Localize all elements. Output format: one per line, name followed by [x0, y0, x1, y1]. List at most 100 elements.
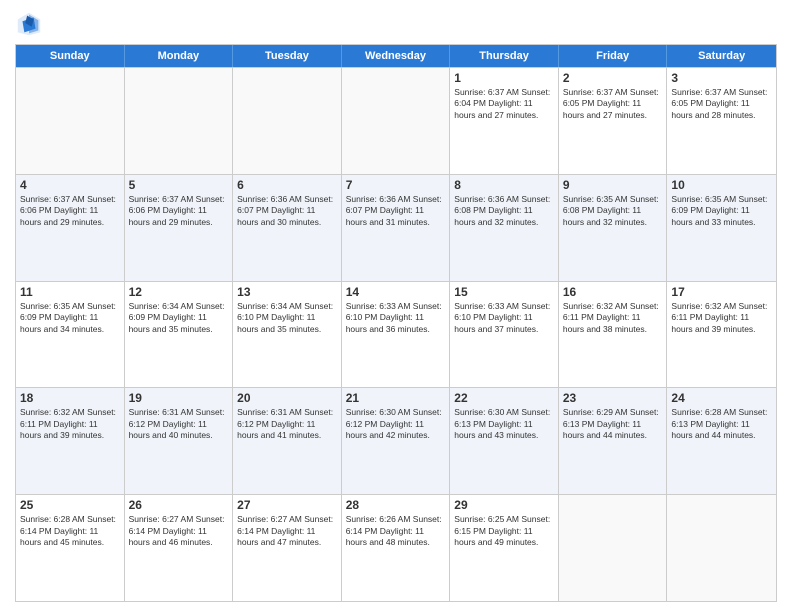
- day-number: 13: [237, 285, 337, 299]
- header-cell-wednesday: Wednesday: [342, 45, 451, 67]
- day-cell-16: 16 Sunrise: 6:32 AM Sunset: 6:11 PM Dayli…: [559, 282, 668, 388]
- day-info: Sunrise: 6:35 AM Sunset: 6:09 PM Dayligh…: [671, 194, 772, 228]
- day-cell-26: 26 Sunrise: 6:27 AM Sunset: 6:14 PM Dayli…: [125, 495, 234, 601]
- day-cell-empty: [125, 68, 234, 174]
- day-cell-24: 24 Sunrise: 6:28 AM Sunset: 6:13 PM Dayli…: [667, 388, 776, 494]
- header-cell-monday: Monday: [125, 45, 234, 67]
- day-cell-2: 2 Sunrise: 6:37 AM Sunset: 6:05 PM Daylig…: [559, 68, 668, 174]
- header-cell-friday: Friday: [559, 45, 668, 67]
- day-cell-9: 9 Sunrise: 6:35 AM Sunset: 6:08 PM Daylig…: [559, 175, 668, 281]
- day-number: 20: [237, 391, 337, 405]
- day-number: 11: [20, 285, 120, 299]
- calendar-body: 1 Sunrise: 6:37 AM Sunset: 6:04 PM Daylig…: [16, 67, 776, 601]
- day-info: Sunrise: 6:37 AM Sunset: 6:05 PM Dayligh…: [671, 87, 772, 121]
- day-info: Sunrise: 6:36 AM Sunset: 6:07 PM Dayligh…: [346, 194, 446, 228]
- day-info: Sunrise: 6:27 AM Sunset: 6:14 PM Dayligh…: [129, 514, 229, 548]
- day-info: Sunrise: 6:31 AM Sunset: 6:12 PM Dayligh…: [237, 407, 337, 441]
- day-number: 14: [346, 285, 446, 299]
- day-cell-4: 4 Sunrise: 6:37 AM Sunset: 6:06 PM Daylig…: [16, 175, 125, 281]
- day-cell-19: 19Sunrise: 6:31 AM Sunset: 6:12 PM Dayli…: [125, 388, 234, 494]
- day-number: 4: [20, 178, 120, 192]
- day-cell-18: 18Sunrise: 6:32 AM Sunset: 6:11 PM Dayli…: [16, 388, 125, 494]
- day-info: Sunrise: 6:32 AM Sunset: 6:11 PM Dayligh…: [563, 301, 663, 335]
- day-cell-11: 11 Sunrise: 6:35 AM Sunset: 6:09 PM Dayli…: [16, 282, 125, 388]
- day-info: Sunrise: 6:35 AM Sunset: 6:09 PM Dayligh…: [20, 301, 120, 335]
- day-number: 5: [129, 178, 229, 192]
- day-info: Sunrise: 6:34 AM Sunset: 6:09 PM Dayligh…: [129, 301, 229, 335]
- day-cell-22: 22 Sunrise: 6:30 AM Sunset: 6:13 PM Dayli…: [450, 388, 559, 494]
- day-number: 9: [563, 178, 663, 192]
- day-number: 16: [563, 285, 663, 299]
- header-cell-thursday: Thursday: [450, 45, 559, 67]
- day-number: 15: [454, 285, 554, 299]
- calendar-week-3: 11 Sunrise: 6:35 AM Sunset: 6:09 PM Dayli…: [16, 281, 776, 388]
- day-cell-empty: [342, 68, 451, 174]
- header-cell-saturday: Saturday: [667, 45, 776, 67]
- day-info: Sunrise: 6:37 AM Sunset: 6:04 PM Dayligh…: [454, 87, 554, 121]
- day-info: Sunrise: 6:35 AM Sunset: 6:08 PM Dayligh…: [563, 194, 663, 228]
- day-cell-27: 27 Sunrise: 6:27 AM Sunset: 6:14 PM Dayli…: [233, 495, 342, 601]
- day-cell-5: 5 Sunrise: 6:37 AM Sunset: 6:06 PM Daylig…: [125, 175, 234, 281]
- day-number: 1: [454, 71, 554, 85]
- day-cell-15: 15 Sunrise: 6:33 AM Sunset: 6:10 PM Dayli…: [450, 282, 559, 388]
- calendar-week-2: 4 Sunrise: 6:37 AM Sunset: 6:06 PM Daylig…: [16, 174, 776, 281]
- day-cell-7: 7Sunrise: 6:36 AM Sunset: 6:07 PM Daylig…: [342, 175, 451, 281]
- day-cell-20: 20 Sunrise: 6:31 AM Sunset: 6:12 PM Dayli…: [233, 388, 342, 494]
- header-cell-tuesday: Tuesday: [233, 45, 342, 67]
- day-cell-empty: [667, 495, 776, 601]
- day-number: 10: [671, 178, 772, 192]
- day-info: Sunrise: 6:30 AM Sunset: 6:12 PM Dayligh…: [346, 407, 446, 441]
- day-cell-8: 8 Sunrise: 6:36 AM Sunset: 6:08 PM Daylig…: [450, 175, 559, 281]
- day-info: Sunrise: 6:34 AM Sunset: 6:10 PM Dayligh…: [237, 301, 337, 335]
- day-cell-23: 23Sunrise: 6:29 AM Sunset: 6:13 PM Dayli…: [559, 388, 668, 494]
- day-number: 22: [454, 391, 554, 405]
- day-number: 2: [563, 71, 663, 85]
- logo-icon: [15, 10, 43, 38]
- day-cell-10: 10 Sunrise: 6:35 AM Sunset: 6:09 PM Dayli…: [667, 175, 776, 281]
- day-cell-1: 1 Sunrise: 6:37 AM Sunset: 6:04 PM Daylig…: [450, 68, 559, 174]
- day-number: 6: [237, 178, 337, 192]
- day-number: 23: [563, 391, 663, 405]
- day-info: Sunrise: 6:32 AM Sunset: 6:11 PM Dayligh…: [20, 407, 120, 441]
- day-info: Sunrise: 6:37 AM Sunset: 6:06 PM Dayligh…: [129, 194, 229, 228]
- day-info: Sunrise: 6:27 AM Sunset: 6:14 PM Dayligh…: [237, 514, 337, 548]
- day-info: Sunrise: 6:30 AM Sunset: 6:13 PM Dayligh…: [454, 407, 554, 441]
- day-number: 8: [454, 178, 554, 192]
- day-number: 21: [346, 391, 446, 405]
- day-number: 12: [129, 285, 229, 299]
- header-cell-sunday: Sunday: [16, 45, 125, 67]
- day-cell-14: 14 Sunrise: 6:33 AM Sunset: 6:10 PM Dayli…: [342, 282, 451, 388]
- day-number: 27: [237, 498, 337, 512]
- day-cell-empty: [559, 495, 668, 601]
- day-info: Sunrise: 6:25 AM Sunset: 6:15 PM Dayligh…: [454, 514, 554, 548]
- day-number: 28: [346, 498, 446, 512]
- logo: [15, 10, 47, 38]
- day-number: 26: [129, 498, 229, 512]
- day-info: Sunrise: 6:28 AM Sunset: 6:13 PM Dayligh…: [671, 407, 772, 441]
- day-number: 19: [129, 391, 229, 405]
- day-cell-21: 21 Sunrise: 6:30 AM Sunset: 6:12 PM Dayli…: [342, 388, 451, 494]
- day-cell-29: 29 Sunrise: 6:25 AM Sunset: 6:15 PM Dayli…: [450, 495, 559, 601]
- day-info: Sunrise: 6:33 AM Sunset: 6:10 PM Dayligh…: [346, 301, 446, 335]
- day-number: 29: [454, 498, 554, 512]
- header: [15, 10, 777, 38]
- day-info: Sunrise: 6:28 AM Sunset: 6:14 PM Dayligh…: [20, 514, 120, 548]
- day-cell-6: 6 Sunrise: 6:36 AM Sunset: 6:07 PM Daylig…: [233, 175, 342, 281]
- day-cell-13: 13 Sunrise: 6:34 AM Sunset: 6:10 PM Dayli…: [233, 282, 342, 388]
- day-cell-empty: [233, 68, 342, 174]
- day-info: Sunrise: 6:26 AM Sunset: 6:14 PM Dayligh…: [346, 514, 446, 548]
- day-cell-12: 12 Sunrise: 6:34 AM Sunset: 6:09 PM Dayli…: [125, 282, 234, 388]
- calendar-week-5: 25Sunrise: 6:28 AM Sunset: 6:14 PM Dayli…: [16, 494, 776, 601]
- day-cell-28: 28 Sunrise: 6:26 AM Sunset: 6:14 PM Dayli…: [342, 495, 451, 601]
- day-info: Sunrise: 6:37 AM Sunset: 6:06 PM Dayligh…: [20, 194, 120, 228]
- day-info: Sunrise: 6:36 AM Sunset: 6:07 PM Dayligh…: [237, 194, 337, 228]
- day-info: Sunrise: 6:37 AM Sunset: 6:05 PM Dayligh…: [563, 87, 663, 121]
- calendar-week-4: 18Sunrise: 6:32 AM Sunset: 6:11 PM Dayli…: [16, 387, 776, 494]
- day-info: Sunrise: 6:33 AM Sunset: 6:10 PM Dayligh…: [454, 301, 554, 335]
- day-number: 24: [671, 391, 772, 405]
- day-cell-3: 3 Sunrise: 6:37 AM Sunset: 6:05 PM Daylig…: [667, 68, 776, 174]
- day-info: Sunrise: 6:32 AM Sunset: 6:11 PM Dayligh…: [671, 301, 772, 335]
- calendar-header: SundayMondayTuesdayWednesdayThursdayFrid…: [16, 45, 776, 67]
- day-number: 3: [671, 71, 772, 85]
- day-info: Sunrise: 6:36 AM Sunset: 6:08 PM Dayligh…: [454, 194, 554, 228]
